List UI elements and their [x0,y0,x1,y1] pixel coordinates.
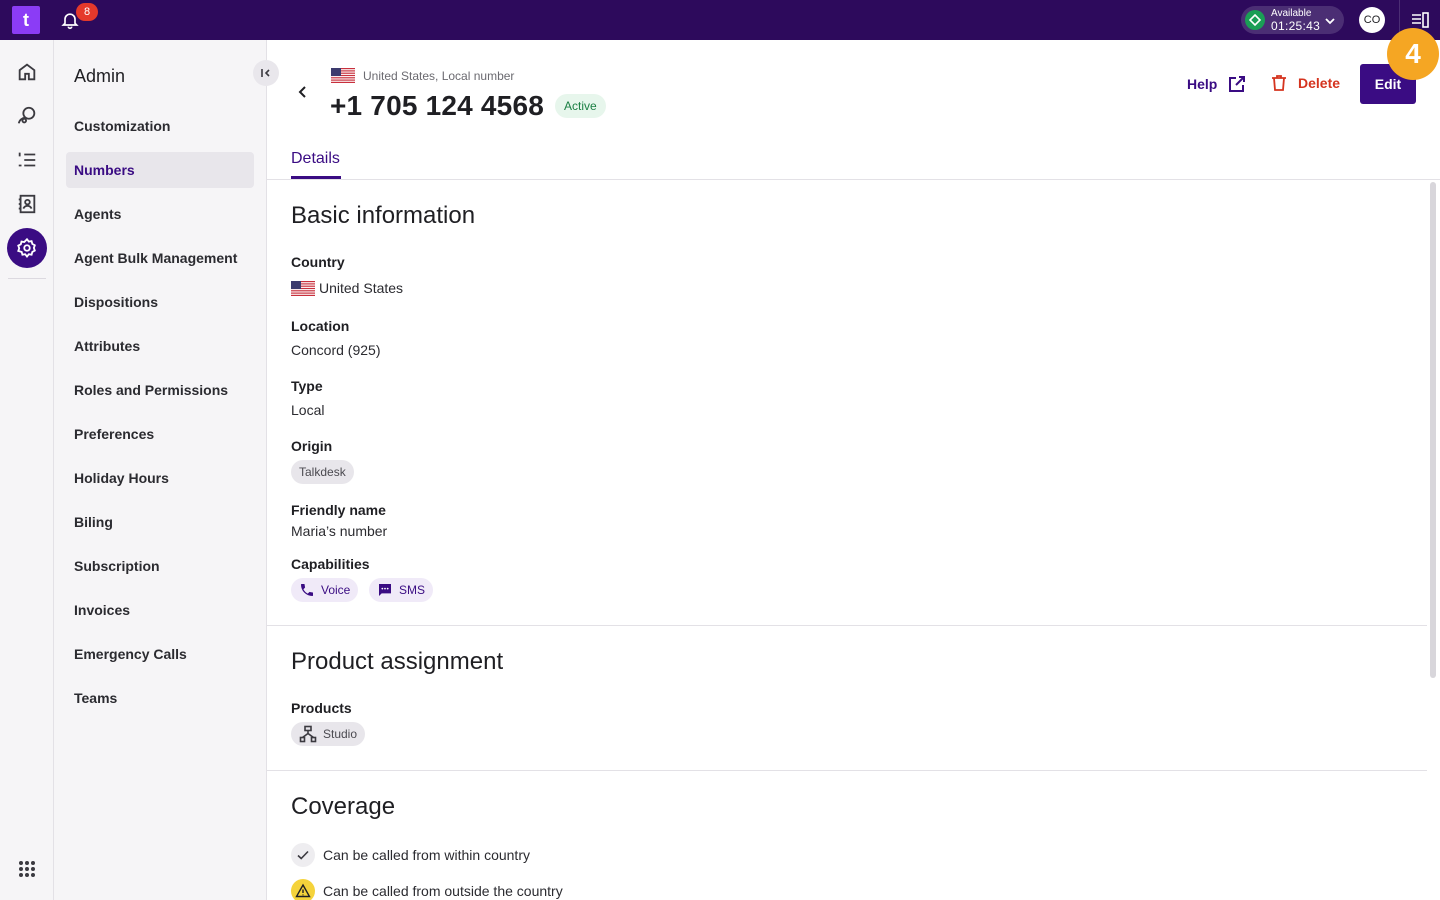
content-scrollbar[interactable] [1430,182,1436,678]
warning-icon [291,879,315,900]
sidebar-item-dispositions[interactable]: Dispositions [66,284,254,320]
rail-conversations[interactable] [7,96,47,136]
rail-divider [8,278,46,279]
logo-letter: t [23,9,29,30]
sidebar-item-agent-bulk-management[interactable]: Agent Bulk Management [66,240,254,276]
phone-icon [301,584,313,596]
sms-icon [379,584,391,596]
rail-lists[interactable] [7,140,47,180]
app-logo[interactable]: t [12,6,40,34]
origin-label: Origin [291,438,333,454]
product-studio-label: Studio [323,727,358,741]
product-studio-chip: Studio [291,722,366,746]
delete-button[interactable]: Delete [1270,74,1340,92]
sidebar-item-agents[interactable]: Agents [66,196,254,232]
sidebar-item-preferences[interactable]: Preferences [66,416,254,452]
ordered-list-icon [18,152,36,167]
products-label: Products [291,700,352,716]
delete-label: Delete [1298,75,1341,91]
help-link[interactable]: Help [1187,74,1247,94]
home-icon [18,63,36,81]
rail-home[interactable] [7,52,47,92]
capabilities-label: Capabilities [291,556,370,572]
trash-icon [1272,75,1286,91]
type-label: Type [291,378,323,394]
studio-flow-icon [299,725,317,743]
coverage-within-country: Can be called from within country [291,843,530,867]
section-divider [267,625,1427,626]
country-value: United States [291,280,403,296]
collapse-sidebar-button[interactable] [253,60,279,86]
sidebar-item-holiday-hours[interactable]: Holiday Hours [66,460,254,496]
basic-info-title: Basic information [291,202,476,229]
admin-nav: Customization Numbers Agents Agent Bulk … [66,108,254,724]
coverage-outside-label: Can be called from outside the country [323,883,563,899]
agent-status-selector[interactable]: Available 01:25:43 [1241,6,1344,34]
tutorial-step-marker: 4 [1387,28,1439,80]
us-flag-icon [291,280,315,296]
origin-chip: Talkdesk [291,460,354,484]
agent-headset-icon [17,106,36,124]
section-divider [267,770,1427,771]
external-link-icon [1229,76,1246,92]
capability-sms-label: SMS [399,583,426,597]
collapse-left-icon [261,69,270,77]
status-timer: 01:25:43 [1271,18,1321,33]
admin-sidebar: Admin Customization Numbers Agents Agent… [54,40,279,900]
sidebar-item-billing[interactable]: Biling [66,504,254,540]
type-value: Local [291,402,325,418]
country-text: United States [319,280,404,296]
coverage-outside-country: Can be called from outside the country [291,879,563,900]
capability-voice-label: Voice [321,583,351,597]
page-title: +1 705 124 4568 [330,90,544,121]
user-avatar[interactable]: CO [1359,7,1385,33]
capability-sms-chip: SMS [369,578,434,602]
coverage-title: Coverage [291,793,396,820]
friendly-name-label: Friendly name [291,502,386,518]
location-value: Concord (925) [291,342,381,358]
check-icon [291,843,315,867]
location-label: Location [291,318,350,334]
sidebar-item-numbers[interactable]: Numbers [66,152,254,188]
tab-details[interactable]: Details [291,150,341,179]
sidebar-title: Admin [74,66,126,86]
back-button[interactable] [293,82,313,107]
sidebar-item-attributes[interactable]: Attributes [66,328,254,364]
country-label: Country [291,254,345,270]
status-label: Available [1271,7,1312,19]
status-badge: Active [555,94,606,118]
apps-grid-icon[interactable] [18,860,36,883]
rail-admin[interactable] [7,228,47,268]
sidebar-item-emergency-calls[interactable]: Emergency Calls [66,636,254,672]
gear-icon [17,237,36,258]
main-content: United States, Local number +1 705 124 4… [267,28,1440,900]
status-available-icon [1245,10,1265,30]
sidebar-item-teams[interactable]: Teams [66,680,254,716]
us-flag-icon [331,68,355,83]
contacts-icon [18,194,36,214]
friendly-name-value: Maria’s number [291,523,388,539]
rail-contacts[interactable] [7,184,47,224]
capability-voice-chip: Voice [291,578,359,602]
number-type-label: United States, Local number [363,68,515,83]
number-subtitle: United States, Local number [331,68,514,83]
chevron-left-icon [298,86,306,98]
sidebar-item-invoices[interactable]: Invoices [66,592,254,628]
coverage-within-label: Can be called from within country [323,847,530,863]
notifications-badge: 8 [76,3,98,21]
details-content: Basic information Country United States … [267,180,1427,900]
top-bar: t 8 Available 01:25:43 CO [0,0,1440,40]
sidebar-item-roles-permissions[interactable]: Roles and Permissions [66,372,254,408]
sidebar-item-customization[interactable]: Customization [66,108,254,144]
help-label: Help [1187,76,1218,92]
sidebar-item-subscription[interactable]: Subscription [66,548,254,584]
app-rail [0,40,54,900]
tab-bar: Details [267,140,1440,180]
chevron-down-icon [1324,14,1336,32]
product-assignment-title: Product assignment [291,648,504,675]
